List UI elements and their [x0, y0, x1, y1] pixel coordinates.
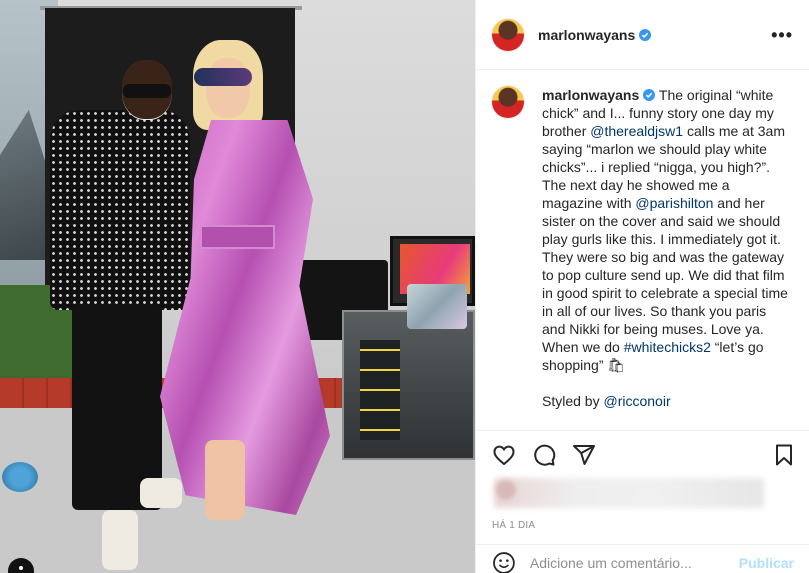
emoji-icon[interactable]	[492, 551, 516, 573]
caption-body-3: and her sister on the cover and said we …	[542, 195, 788, 355]
post-photo[interactable]	[0, 0, 475, 573]
styled-by-label: Styled by	[542, 393, 604, 409]
styled-by-line: Styled by @ricconoir	[542, 392, 792, 410]
bookmark-icon[interactable]	[772, 443, 796, 467]
instagram-post: marlonwayans ••• marlonwayans The origin…	[0, 0, 809, 573]
comment-icon[interactable]	[532, 443, 556, 467]
caption-avatar[interactable]	[492, 86, 524, 118]
heart-icon[interactable]	[492, 443, 516, 467]
send-icon[interactable]	[572, 443, 596, 467]
photo-person-woman	[160, 40, 330, 530]
action-bar	[476, 430, 809, 480]
mention-link[interactable]: @parishilton	[635, 195, 713, 211]
header-username[interactable]: marlonwayans	[538, 27, 652, 43]
mention-link[interactable]: @therealdjsw1	[590, 123, 683, 139]
post-timestamp[interactable]: HÁ 1 DIA	[492, 520, 535, 531]
comment-input[interactable]	[529, 555, 739, 571]
photo-rack-lights	[360, 340, 400, 440]
caption-username[interactable]: marlonwayans	[542, 87, 639, 103]
mention-link[interactable]: @ricconoir	[603, 393, 670, 409]
caption-text: marlonwayans The original “white chick” …	[542, 86, 792, 430]
likes-summary-blurred	[494, 478, 764, 508]
likes-avatar-blurred	[496, 480, 516, 500]
publish-button[interactable]: Publicar	[739, 555, 794, 571]
avatar[interactable]	[492, 18, 524, 51]
post-header: marlonwayans •••	[476, 0, 809, 70]
post-caption: marlonwayans The original “white chick” …	[476, 70, 809, 430]
verified-badge-icon	[639, 28, 652, 41]
photo-floor-marker	[2, 462, 38, 492]
post-sidebar: marlonwayans ••• marlonwayans The origin…	[475, 0, 809, 573]
verified-badge-icon	[643, 89, 656, 101]
more-options-icon[interactable]: •••	[771, 26, 793, 44]
photo-handbag	[407, 284, 467, 329]
hashtag-link[interactable]: #whitechicks2	[624, 339, 711, 355]
comment-bar: Publicar	[476, 544, 809, 573]
